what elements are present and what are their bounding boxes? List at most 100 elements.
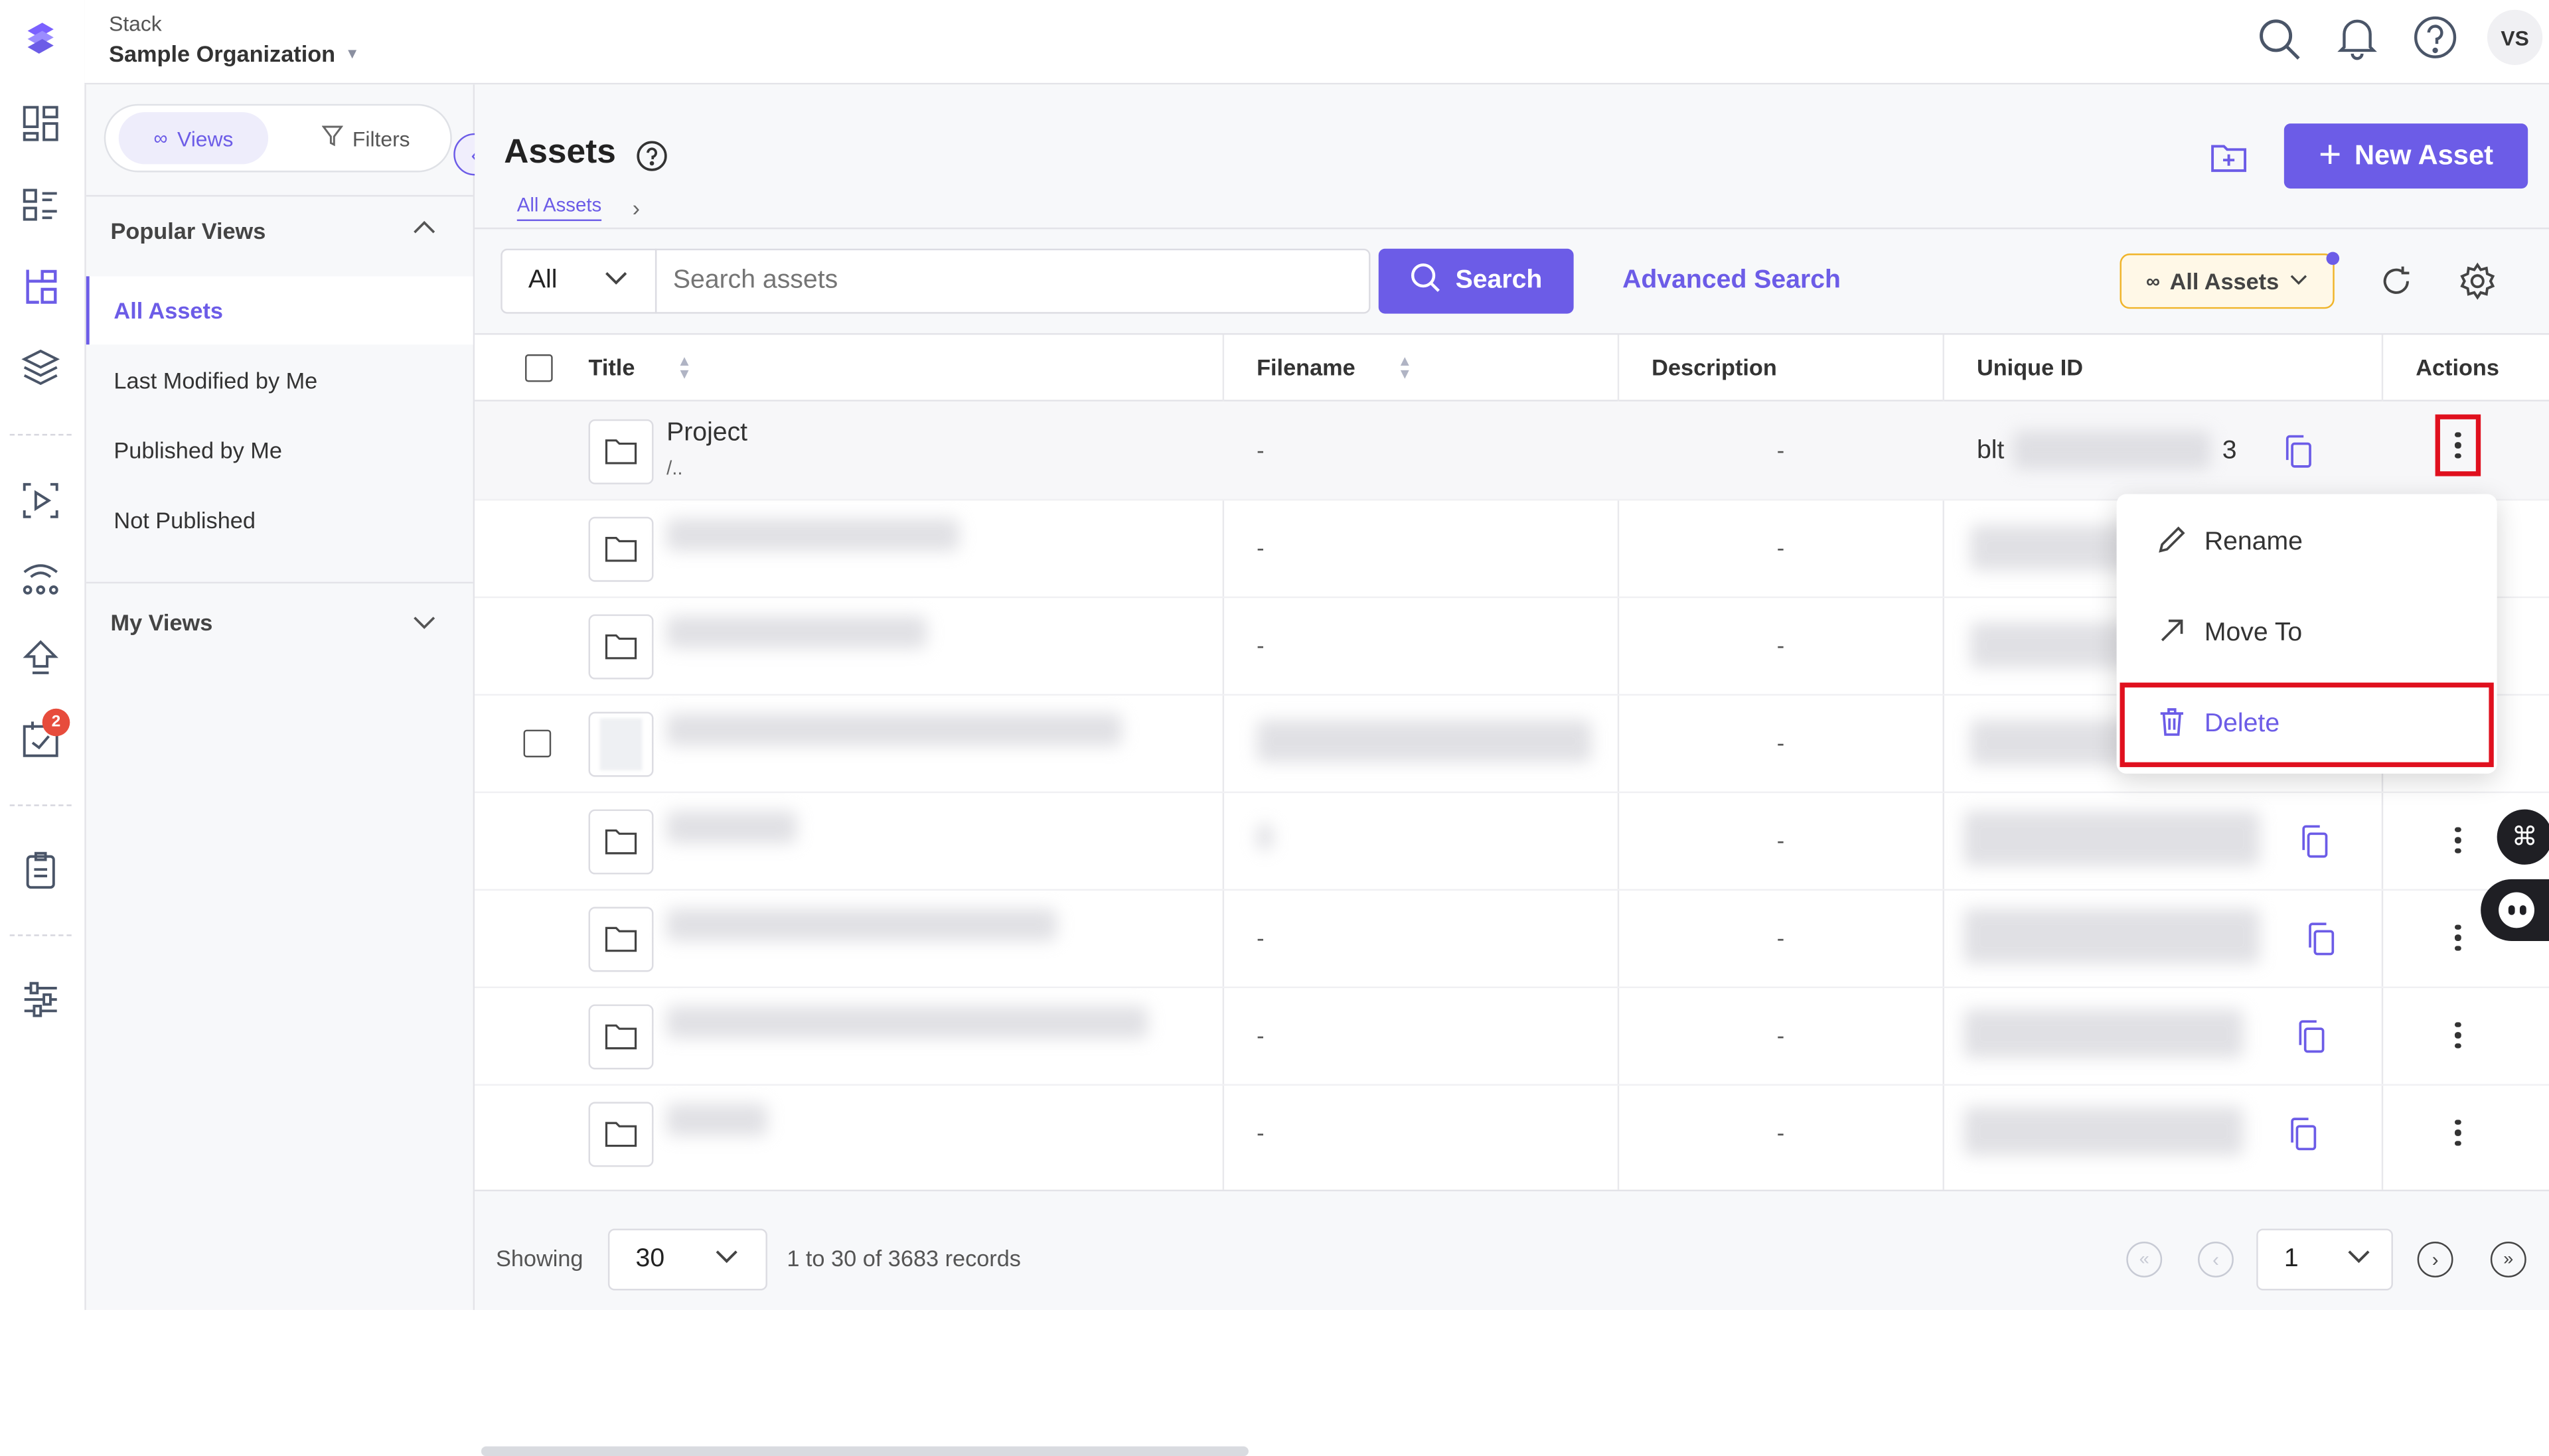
- clipboard-icon[interactable]: [19, 850, 62, 893]
- uid-redacted: [2012, 430, 2211, 470]
- my-views-heading: My Views: [110, 609, 213, 636]
- select-all-checkbox[interactable]: [525, 354, 553, 382]
- search-button-label: Search: [1455, 266, 1543, 295]
- assets-icon[interactable]: [19, 265, 62, 307]
- content-models-icon[interactable]: [19, 184, 62, 226]
- help-circle-icon[interactable]: [636, 140, 668, 173]
- search-scope-select[interactable]: All: [501, 248, 657, 314]
- copy-icon[interactable]: [2282, 434, 2315, 470]
- views-tab-label: Views: [177, 125, 234, 151]
- network-icon[interactable]: [19, 557, 62, 600]
- table-row[interactable]: -: [475, 792, 2549, 891]
- asset-title[interactable]: Project: [666, 419, 747, 449]
- asset-view-filter[interactable]: ∞ All Assets: [2120, 254, 2335, 309]
- dashboard-icon[interactable]: [19, 102, 62, 145]
- last-page-icon[interactable]: »: [2490, 1242, 2526, 1277]
- user-avatar[interactable]: VS: [2487, 9, 2543, 65]
- page-size-value: 30: [635, 1244, 665, 1273]
- breadcrumb[interactable]: All Assets: [516, 193, 602, 222]
- folder-icon: [588, 614, 654, 680]
- notifications-bell-icon[interactable]: [2335, 15, 2380, 60]
- uid-suffix: 3: [2222, 437, 2237, 465]
- view-published-by-me[interactable]: Published by Me: [86, 416, 473, 484]
- move-to-label: Move To: [2204, 619, 2303, 647]
- column-filename[interactable]: Filename ▲ ▼: [1257, 334, 1412, 400]
- table-row[interactable]: - -: [475, 889, 2549, 988]
- table-row[interactable]: - -: [475, 987, 2549, 1086]
- copy-icon[interactable]: [2305, 922, 2338, 958]
- row-actions-menu-button[interactable]: [2443, 427, 2473, 463]
- copy-icon[interactable]: [2287, 1116, 2320, 1152]
- views-tab[interactable]: ∞ Views: [118, 111, 269, 165]
- page-number-select[interactable]: 1: [2256, 1228, 2393, 1291]
- rename-menu-item[interactable]: Rename: [2117, 497, 2497, 588]
- settings-sliders-icon[interactable]: [19, 978, 62, 1021]
- folder-icon: [588, 419, 654, 484]
- search-button[interactable]: Search: [1378, 248, 1574, 314]
- table-row[interactable]: - -: [475, 1084, 2549, 1181]
- new-asset-button[interactable]: + New Asset: [2283, 123, 2528, 189]
- views-filters-toggle: ∞ Views Filters: [104, 104, 452, 173]
- refresh-icon[interactable]: [2378, 263, 2414, 299]
- advanced-search-link[interactable]: Advanced Search: [1622, 267, 1841, 296]
- page-size-select[interactable]: 30: [607, 1228, 767, 1291]
- deploy-icon[interactable]: [19, 637, 62, 680]
- arrow-up-right-icon: [2155, 613, 2188, 654]
- view-last-modified-by-me[interactable]: Last Modified by Me: [86, 346, 473, 415]
- showing-label: Showing: [495, 1244, 583, 1272]
- page-number-value: 1: [2283, 1244, 2299, 1273]
- column-actions: Actions: [2416, 354, 2499, 381]
- app-logo-icon[interactable]: [19, 16, 62, 58]
- table-header: Title ▲ ▼ Filename ▲ ▼ Description Unique ID…: [475, 334, 2549, 1190]
- move-to-menu-item[interactable]: Move To: [2117, 589, 2497, 680]
- column-unique-id: Unique ID: [1976, 354, 2084, 381]
- row-actions-menu-button[interactable]: [2443, 1115, 2473, 1151]
- org-name: Sample Organization: [109, 40, 336, 67]
- horizontal-scrollbar[interactable]: [481, 1446, 1249, 1456]
- column-title[interactable]: Title ▲ ▼: [589, 334, 692, 400]
- layers-icon[interactable]: [19, 346, 62, 389]
- row-actions-menu-button[interactable]: [2443, 1017, 2473, 1053]
- chevron-up-icon[interactable]: [412, 214, 437, 240]
- previous-page-icon[interactable]: ‹: [2198, 1242, 2234, 1277]
- chevron-down-icon: [2289, 268, 2308, 294]
- table-row[interactable]: Project /.. - - blt 3: [475, 401, 2549, 501]
- top-bar: Stack Sample Organization ▼ VS: [84, 0, 2549, 85]
- records-count: 1 to 30 of 3683 records: [787, 1244, 1021, 1272]
- filter-funnel-icon: [321, 125, 343, 151]
- row-actions-menu-button[interactable]: [2443, 822, 2473, 858]
- settings-gear-icon[interactable]: [2458, 261, 2497, 301]
- view-all-assets[interactable]: All Assets: [86, 276, 473, 345]
- copy-icon[interactable]: [2299, 824, 2331, 860]
- quick-actions-widget-icon[interactable]: ⌘: [2497, 809, 2549, 865]
- row-actions-context-menu: Rename Move To Delete: [2116, 494, 2497, 774]
- new-asset-label: New Asset: [2354, 139, 2494, 171]
- new-folder-icon[interactable]: [2209, 138, 2248, 177]
- breadcrumb-chevron-icon: ›: [632, 194, 641, 222]
- global-search-icon[interactable]: [2256, 16, 2302, 62]
- chevron-down-icon: [603, 264, 629, 298]
- row-checkbox[interactable]: [523, 729, 552, 758]
- rename-label: Rename: [2204, 528, 2303, 556]
- view-not-published[interactable]: Not Published: [86, 486, 473, 554]
- asset-path: /..: [666, 457, 683, 480]
- first-page-icon[interactable]: «: [2126, 1242, 2163, 1277]
- chevron-down-icon[interactable]: [412, 609, 437, 635]
- search-icon: [1410, 261, 1442, 301]
- sort-icon: ▲ ▼: [1397, 352, 1413, 382]
- next-page-icon[interactable]: ›: [2417, 1242, 2453, 1277]
- asset-view-filter-label: All Assets: [2169, 268, 2279, 295]
- folder-icon: [588, 809, 654, 875]
- assistant-bot-icon[interactable]: [2481, 879, 2549, 941]
- filters-tab[interactable]: Filters: [291, 112, 440, 164]
- main-content: Assets All Assets › + New Asset All Sear…: [475, 84, 2549, 1456]
- preview-icon[interactable]: [19, 479, 62, 522]
- row-actions-menu-button[interactable]: [2443, 920, 2473, 956]
- notification-badge: 2: [42, 708, 70, 737]
- folder-icon: [588, 907, 654, 972]
- search-input[interactable]: [655, 248, 1371, 314]
- copy-icon[interactable]: [2295, 1019, 2328, 1055]
- org-switcher[interactable]: Sample Organization ▼: [109, 40, 360, 66]
- help-icon[interactable]: [2412, 15, 2458, 60]
- pagination-footer: Showing 30 1 to 30 of 3683 records « ‹ 1…: [475, 1212, 2549, 1310]
